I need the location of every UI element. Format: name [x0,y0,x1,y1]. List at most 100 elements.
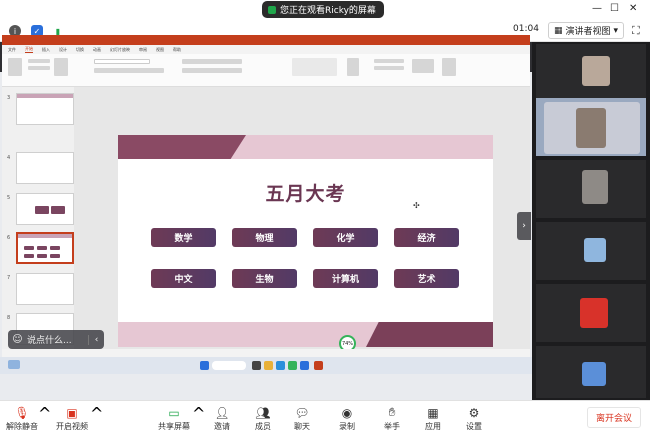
slide-thumbnail-selected[interactable] [16,232,74,264]
subject-box: 计算机 [313,269,378,288]
share-screen-button[interactable]: ▭ 共享屏幕 [154,404,194,432]
grid-icon: ▦ [553,25,563,36]
participant-tile[interactable] [536,222,646,280]
shapes-gallery[interactable] [292,58,337,76]
chat-icon: 💬︎ [294,405,310,420]
invite-button[interactable]: 👤︎ 邀请 [202,404,242,432]
apps-label: 应用 [425,422,441,431]
invite-label: 邀请 [214,422,230,431]
ppt-tab[interactable]: 审阅 [139,47,147,53]
ppt-tab[interactable]: 帮助 [173,47,181,53]
windows-start-icon[interactable] [200,361,209,370]
settings-button[interactable]: ⚙ 设置 [454,404,494,432]
participant-tile[interactable] [536,284,646,342]
dictate-icon[interactable] [442,58,456,76]
paragraph-controls[interactable] [182,68,242,73]
unmute-button[interactable]: 🎙︎ 解除静音 [2,404,42,432]
shape-fill-control[interactable] [374,59,404,63]
slide-thumbnail[interactable] [16,152,74,184]
weather-icon[interactable] [8,360,20,369]
collapse-panel-button[interactable]: › [517,212,531,240]
participant-tile[interactable] [536,98,646,156]
add-user-icon: 👤︎ [214,405,230,420]
ribbon-control[interactable] [28,66,50,70]
leave-meeting-button[interactable]: 离开会议 [587,407,641,428]
taskbar-app-icon[interactable] [252,361,261,370]
participant-tile[interactable] [536,346,646,398]
folder-icon[interactable] [264,361,273,370]
chevron-down-icon: ▾ [613,25,619,36]
meeting-controls: 🎙︎ 解除静音 ^ ▣ 开启视频 ^ ▭ 共享屏幕 ^ 👤︎ 邀请 👥︎ 成员 … [0,400,650,434]
participant-video [580,298,608,328]
new-slide-icon[interactable] [54,58,68,76]
shape-outline-control[interactable] [374,66,404,70]
users-icon: 👥︎ [255,405,271,420]
slide-thumbnail[interactable] [16,93,74,125]
fullscreen-icon[interactable]: ⛶ [632,24,640,38]
paste-icon[interactable] [8,58,22,76]
ppt-tab[interactable]: 设计 [59,47,67,53]
thumb-number: 7 [7,275,11,281]
subject-box: 艺术 [394,269,459,288]
meeting-window: 您正在观看Ricky的屏幕 — ☐ ✕ i ✓ ▮ 01:04 ▦ 演讲者视图 … [0,0,650,434]
members-button[interactable]: 👥︎ 成员 [243,404,283,432]
arrange-icon[interactable] [347,58,359,76]
font-select[interactable] [94,59,150,64]
share-options-caret[interactable]: ^ [192,404,205,423]
ppt-tab[interactable]: 插入 [42,47,50,53]
participant-video [582,170,608,204]
raise-hand-button[interactable]: ✋︎ 举手 [372,404,412,432]
subject-box: 中文 [151,269,216,288]
ppt-tab[interactable]: 动画 [93,47,101,53]
participant-video [584,238,606,262]
editing-controls[interactable] [412,59,434,73]
participant-video [582,56,610,86]
viewing-text: 您正在观看Ricky的屏幕 [280,6,376,16]
taskbar-app-icon[interactable] [300,361,309,370]
ppt-tab[interactable]: 视图 [156,47,164,53]
viewing-indicator[interactable]: 您正在观看Ricky的屏幕 [262,1,384,18]
start-video-button[interactable]: ▣ 开启视频 [52,404,92,432]
paragraph-controls[interactable] [182,59,242,64]
minimize-icon[interactable]: — [592,3,602,14]
chat-input[interactable]: ☺ 说点什么... ‹ [8,330,104,349]
participant-tile[interactable] [536,44,646,102]
settings-label: 设置 [466,422,482,431]
ppt-tab[interactable]: 幻灯片放映 [110,47,130,53]
current-slide[interactable]: 五月大考 ✣ 数学 物理 化学 经济 中文 生物 计算机 艺术 [118,135,493,347]
emoji-icon[interactable]: ☺ [8,330,27,349]
apps-button[interactable]: ▦ 应用 [413,404,453,432]
edge-icon[interactable] [276,361,285,370]
subject-box: 经济 [394,228,459,247]
meeting-timer: 01:04 [513,24,539,34]
ppt-tab[interactable]: 文件 [8,47,16,53]
ribbon-control[interactable] [28,59,50,63]
share-screen-label: 共享屏幕 [158,422,190,431]
slide-bottom-accent [366,322,493,347]
powerpoint-icon[interactable] [314,361,323,370]
subject-box: 物理 [232,228,297,247]
slide-thumbnail[interactable] [16,193,74,225]
slide-thumbnail[interactable] [16,273,74,305]
close-icon[interactable]: ✕ [629,3,637,14]
record-button[interactable]: ◉ 录制 [327,404,367,432]
taskbar-search[interactable] [212,361,246,370]
ppt-tab[interactable]: 切换 [76,47,84,53]
mic-options-caret[interactable]: ^ [38,404,51,423]
taskbar-app-icon[interactable] [288,361,297,370]
slide-top-accent [118,135,246,159]
subject-box: 生物 [232,269,297,288]
record-icon: ◉ [341,405,353,420]
chevron-left-icon[interactable]: ‹ [88,334,104,345]
thumb-shape [37,246,47,250]
thumb-shape [35,206,49,214]
chat-label: 聊天 [294,422,310,431]
ppt-tab[interactable]: 开始 [25,46,33,53]
chat-button[interactable]: 💬︎ 聊天 [282,404,322,432]
share-screen-icon: ▭ [168,405,180,420]
font-format-controls[interactable] [94,68,164,73]
maximize-icon[interactable]: ☐ [610,3,619,14]
video-options-caret[interactable]: ^ [90,404,103,423]
presenter-view-button[interactable]: ▦ 演讲者视图 ▾ [548,22,624,39]
participant-tile[interactable] [536,160,646,218]
